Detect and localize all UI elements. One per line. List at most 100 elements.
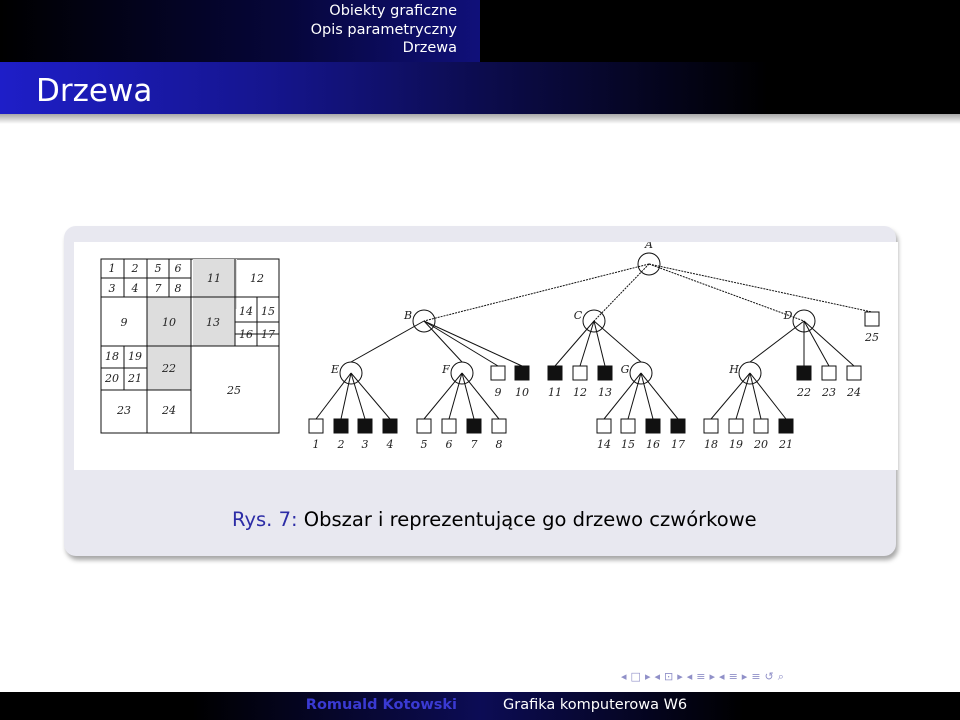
- section-link-obiekty[interactable]: Obiekty graficzne: [311, 2, 457, 21]
- tree-leaf-16: [645, 418, 661, 434]
- tree-leaf-label-11: 11: [548, 386, 562, 399]
- quadtree-figure: 1 2 5 6 11 12 3 4 7 8 9 10 13 14 15 16 17 18 19 22 20 21 25 23 2…: [74, 238, 898, 470]
- nav-icon-5[interactable]: ▸: [677, 670, 683, 683]
- grid-label-12: 12: [250, 272, 264, 285]
- tree-leaf-22: [796, 365, 812, 381]
- nav-icon-13[interactable]: ↺: [765, 670, 774, 683]
- nav-icon-10[interactable]: ≡: [729, 670, 738, 683]
- tree-leaf-10: [514, 365, 530, 381]
- tree-leaf-label-23: 23: [821, 386, 836, 399]
- tree-edge-E-3: [350, 372, 366, 420]
- tree-edge-root-D: [648, 263, 805, 322]
- tree-leaf-label-18: 18: [704, 438, 718, 451]
- nav-icon-9[interactable]: ◂: [719, 670, 725, 683]
- tree-leaf-label-15: 15: [621, 438, 635, 451]
- grid-label-16: 16: [239, 328, 253, 341]
- grid-label-14: 14: [239, 305, 253, 318]
- tree-leaf-label-17: 17: [671, 438, 685, 451]
- nav-icon-6[interactable]: ◂: [687, 670, 693, 683]
- footer-course: Grafika komputerowa W6: [503, 697, 688, 713]
- tree-label-H: H: [728, 363, 739, 376]
- tree-leaf-2: [333, 418, 349, 434]
- grid-label-22: 22: [161, 362, 176, 375]
- tree-leaf-label-20: 20: [753, 438, 768, 451]
- grid-label-20: 20: [104, 372, 119, 385]
- tree-leaf-15: [620, 418, 636, 434]
- nav-icon-12[interactable]: ≡: [751, 670, 760, 683]
- tree-leaf-20: [753, 418, 769, 434]
- nav-icon-4[interactable]: ⊡: [664, 670, 673, 683]
- grid-label-24: 24: [161, 404, 176, 417]
- tree-leaf-25: [864, 311, 880, 327]
- tree-leaf-14: [596, 418, 612, 434]
- nav-icon-11[interactable]: ▸: [742, 670, 748, 683]
- grid-label-1: 1: [109, 262, 116, 275]
- tree-leaf-24: [846, 365, 862, 381]
- tree-edge-root-C: [593, 263, 650, 322]
- grid-label-4: 4: [131, 282, 139, 295]
- tree-leaf-12: [572, 365, 588, 381]
- grid-label-18: 18: [105, 350, 119, 363]
- tree-leaf-18: [703, 418, 719, 434]
- tree-edge-H-18: [710, 372, 751, 420]
- grid-label-2: 2: [131, 262, 139, 275]
- tree-leaf-label-1: 1: [313, 438, 320, 451]
- tree-edge-D-24: [803, 320, 855, 367]
- tree-label-B: B: [403, 309, 412, 322]
- tree-edge-G-15: [627, 372, 642, 420]
- tree-leaf-label-14: 14: [597, 438, 611, 451]
- figure-caption: Rys. 7: Obszar i reprezentujące go drzew…: [232, 508, 757, 531]
- tree-edge-E-4: [350, 372, 391, 420]
- section-link-opis[interactable]: Opis parametryczny: [311, 21, 457, 40]
- frame-title: Drzewa: [36, 73, 153, 109]
- grid-label-8: 8: [175, 282, 182, 295]
- tree-edge-C-12: [579, 320, 595, 367]
- tree-edge-F-6: [448, 372, 463, 420]
- grid-label-17: 17: [261, 328, 275, 341]
- tree-leaf-6: [441, 418, 457, 434]
- grid-label-10: 10: [162, 316, 176, 329]
- tree-edge-D-23: [803, 320, 830, 367]
- grid-label-3: 3: [109, 282, 116, 295]
- nav-icon-14[interactable]: ⌕: [778, 670, 784, 683]
- caption-label: Rys. 7:: [232, 508, 298, 531]
- grid-label-11: 11: [207, 272, 221, 285]
- tree-edge-B-F: [423, 320, 463, 363]
- tree-edge-root-B: [423, 263, 650, 322]
- caption-text: Obszar i reprezentujące go drzewo czwórk…: [303, 508, 757, 531]
- tree-edge-H-19: [735, 372, 751, 420]
- tree-leaf-label-6: 6: [446, 438, 453, 451]
- tree-leaf-label-22: 22: [796, 386, 811, 399]
- nav-icon-1[interactable]: □: [631, 670, 641, 683]
- tree-edge-C-11: [554, 320, 595, 367]
- tree-leaf-8: [491, 418, 507, 434]
- section-link-drzewa[interactable]: Drzewa: [311, 39, 457, 58]
- tree-leaf-label-10: 10: [515, 386, 529, 399]
- tree-edge-F-5: [423, 372, 463, 420]
- tree-leaf-11: [547, 365, 563, 381]
- nav-icon-0[interactable]: ◂: [621, 670, 627, 683]
- grid-label-13: 13: [206, 316, 220, 329]
- footer-author: Romuald Kotowski: [305, 697, 457, 713]
- grid-label-15: 15: [261, 305, 275, 318]
- nav-icon-2[interactable]: ▸: [645, 670, 651, 683]
- tree-leaf-label-8: 8: [496, 438, 503, 451]
- tree-leaf-1: [308, 418, 324, 434]
- grid-label-7: 7: [155, 282, 162, 295]
- tree-leaf-5: [416, 418, 432, 434]
- section-nav: Obiekty graficzne Opis parametryczny Drz…: [311, 2, 457, 58]
- tree-leaf-label-19: 19: [729, 438, 743, 451]
- tree-leaf-label-13: 13: [598, 386, 612, 399]
- grid-label-21: 21: [127, 372, 142, 385]
- nav-icon-7[interactable]: ≡: [696, 670, 705, 683]
- tree-leaf-label-25: 25: [864, 331, 879, 344]
- tree-leaf-label-5: 5: [421, 438, 428, 451]
- nav-icon-3[interactable]: ◂: [654, 670, 660, 683]
- tree-leaf-label-12: 12: [573, 386, 587, 399]
- title-shadow: [0, 114, 960, 124]
- tree-leaf-label-9: 9: [495, 386, 502, 399]
- tree-edge-B-9: [423, 320, 499, 367]
- tree-edge-C-G: [593, 320, 642, 363]
- nav-icon-8[interactable]: ▸: [710, 670, 716, 683]
- tree-label-E: E: [330, 363, 339, 376]
